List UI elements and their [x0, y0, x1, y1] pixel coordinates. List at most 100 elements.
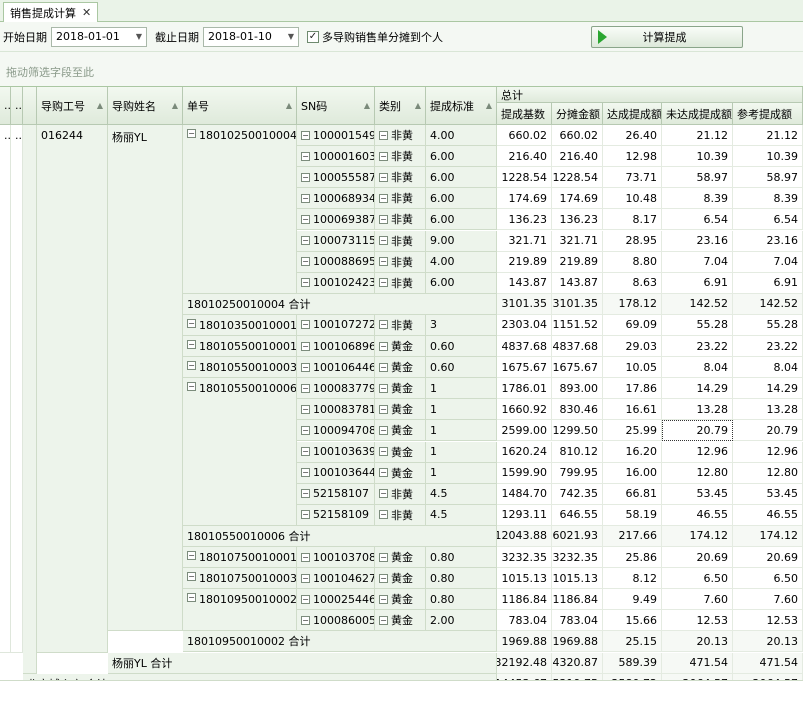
alloc-value[interactable]: 3101.35 — [552, 293, 603, 315]
ref-value[interactable]: 10.39 — [733, 146, 803, 168]
column-header-sn[interactable]: SN码 ▲ — [297, 87, 375, 125]
collapse-icon[interactable]: − — [187, 593, 196, 603]
unreached-value[interactable]: 8.04 — [662, 357, 733, 379]
header-expand-sub[interactable]: .. — [11, 87, 23, 125]
ref-value[interactable]: 20.79 — [733, 420, 803, 442]
unreached-value[interactable]: 58.97 — [662, 167, 733, 189]
category-cell[interactable]: − 黄金 — [375, 610, 426, 632]
tab-sales-commission[interactable]: 销售提成计算 ✕ — [3, 2, 99, 22]
reached-value[interactable]: 16.61 — [603, 399, 662, 421]
ref-value[interactable]: 174.12 — [733, 525, 803, 547]
sn-cell[interactable]: −1000016035 — [297, 146, 375, 168]
reached-value[interactable]: 15.66 — [603, 610, 662, 632]
unreached-value[interactable]: 7.04 — [662, 251, 733, 273]
sn-cell[interactable]: −1000254468 — [297, 589, 375, 611]
column-header-ref[interactable]: 参考提成额 — [733, 103, 803, 125]
sn-cell[interactable]: −1001037087 — [297, 547, 375, 569]
collapse-icon[interactable]: − — [187, 382, 196, 392]
column-header-emp-id[interactable]: 导购工号 ▲ — [37, 87, 108, 125]
collapse-icon[interactable]: − — [187, 572, 196, 582]
collapse-icon[interactable]: − — [187, 318, 196, 328]
column-header-category[interactable]: 类别 ▲ — [375, 87, 426, 125]
alloc-value[interactable]: 1151.52 — [552, 314, 603, 336]
reached-value[interactable]: 10.48 — [603, 188, 662, 210]
unreached-value[interactable]: 53.45 — [662, 483, 733, 505]
reached-value[interactable]: 12.98 — [603, 146, 662, 168]
unreached-value[interactable]: 6.54 — [662, 209, 733, 231]
sn-cell[interactable]: −1000886954 — [297, 251, 375, 273]
ref-value[interactable]: 6.91 — [733, 272, 803, 294]
order-no-cell[interactable]: −18010350010001 — [183, 314, 297, 336]
sort-asc-icon[interactable]: ▲ — [486, 101, 492, 110]
order-no-cell[interactable]: −18010750010001 — [183, 547, 297, 569]
collapse-icon[interactable]: − — [379, 447, 388, 457]
sn-cell[interactable]: −1000860056 — [297, 610, 375, 632]
sn-cell[interactable]: −1000837814 — [297, 399, 375, 421]
base-value[interactable]: 1786.01 — [497, 378, 552, 400]
base-value[interactable]: 1599.90 — [497, 462, 552, 484]
collapse-icon[interactable]: − — [379, 214, 388, 224]
alloc-value[interactable]: 660.02 — [552, 125, 603, 147]
column-header-unreached[interactable]: 未达成提成额 — [662, 103, 733, 125]
base-value[interactable]: 1660.92 — [497, 399, 552, 421]
collapse-icon[interactable]: − — [379, 573, 388, 583]
ref-value[interactable]: 6.50 — [733, 568, 803, 590]
sn-cell[interactable]: −1000731152 — [297, 230, 375, 252]
column-header-emp-name[interactable]: 导购姓名 ▲ — [108, 87, 183, 125]
close-icon[interactable]: ✕ — [82, 6, 91, 19]
base-value[interactable]: 783.04 — [497, 610, 552, 632]
base-value[interactable]: 3232.35 — [497, 547, 552, 569]
collapse-icon[interactable]: − — [301, 172, 310, 182]
reached-value[interactable]: 178.12 — [603, 293, 662, 315]
unreached-value[interactable]: 13.28 — [662, 399, 733, 421]
base-value[interactable]: 174.69 — [497, 188, 552, 210]
sort-asc-icon[interactable]: ▲ — [415, 101, 421, 110]
sn-cell[interactable]: −1000837790 — [297, 378, 375, 400]
chevron-down-icon[interactable]: ▼ — [136, 32, 142, 41]
row-expander-inner[interactable]: .. — [11, 125, 23, 653]
sn-cell[interactable]: −1000693873 — [297, 209, 375, 231]
category-cell[interactable]: − 黄金 — [375, 420, 426, 442]
collapse-icon[interactable]: − — [301, 594, 310, 604]
ref-value[interactable]: 7.04 — [733, 251, 803, 273]
collapse-icon[interactable]: − — [301, 130, 310, 140]
alloc-value[interactable]: 1969.88 — [552, 631, 603, 653]
base-value[interactable]: 136.23 — [497, 209, 552, 231]
sn-cell[interactable]: −1001064464 — [297, 357, 375, 379]
sn-cell[interactable]: −1000555875 — [297, 167, 375, 189]
split-checkbox[interactable]: ✓ 多导购销售单分摊到个人 — [307, 29, 443, 45]
unreached-value[interactable]: 12.53 — [662, 610, 733, 632]
start-date-picker[interactable]: 2018-01-01 ▼ — [51, 26, 147, 47]
ref-value[interactable]: 53.45 — [733, 483, 803, 505]
collapse-icon[interactable]: − — [379, 130, 388, 140]
alloc-value[interactable]: 3232.35 — [552, 547, 603, 569]
unreached-value[interactable]: 20.13 — [662, 631, 733, 653]
column-header-reached[interactable]: 达成提成额 — [603, 103, 662, 125]
header-expand-all[interactable]: .. — [0, 87, 11, 125]
ref-value[interactable]: 12.80 — [733, 462, 803, 484]
collapse-icon[interactable]: − — [301, 489, 310, 499]
sort-asc-icon[interactable]: ▲ — [364, 101, 370, 110]
sn-cell[interactable]: −1000015499 — [297, 125, 375, 147]
column-header-order-no[interactable]: 单号 ▲ — [183, 87, 297, 125]
collapse-icon[interactable]: − — [379, 341, 388, 351]
collapse-icon[interactable]: − — [301, 510, 310, 520]
base-value[interactable]: 12043.88 — [497, 525, 552, 547]
collapse-icon[interactable]: − — [301, 425, 310, 435]
category-cell[interactable]: − 黄金 — [375, 336, 426, 358]
category-cell[interactable]: − 非黄 — [375, 209, 426, 231]
collapse-icon[interactable]: − — [379, 510, 388, 520]
collapse-icon[interactable]: − — [301, 257, 310, 267]
alloc-value[interactable]: 24320.87 — [552, 652, 603, 674]
end-date-picker[interactable]: 2018-01-10 ▼ — [203, 26, 299, 47]
unreached-value[interactable]: 23.16 — [662, 230, 733, 252]
alloc-value[interactable]: 830.46 — [552, 399, 603, 421]
ref-value[interactable]: 12.96 — [733, 441, 803, 463]
ref-value[interactable]: 13.28 — [733, 399, 803, 421]
collapse-icon[interactable]: − — [301, 214, 310, 224]
collapse-icon[interactable]: − — [301, 236, 310, 246]
sn-cell[interactable]: −1000947081 — [297, 420, 375, 442]
ref-value[interactable]: 142.52 — [733, 293, 803, 315]
collapse-icon[interactable]: − — [379, 552, 388, 562]
ref-value[interactable]: 20.69 — [733, 547, 803, 569]
